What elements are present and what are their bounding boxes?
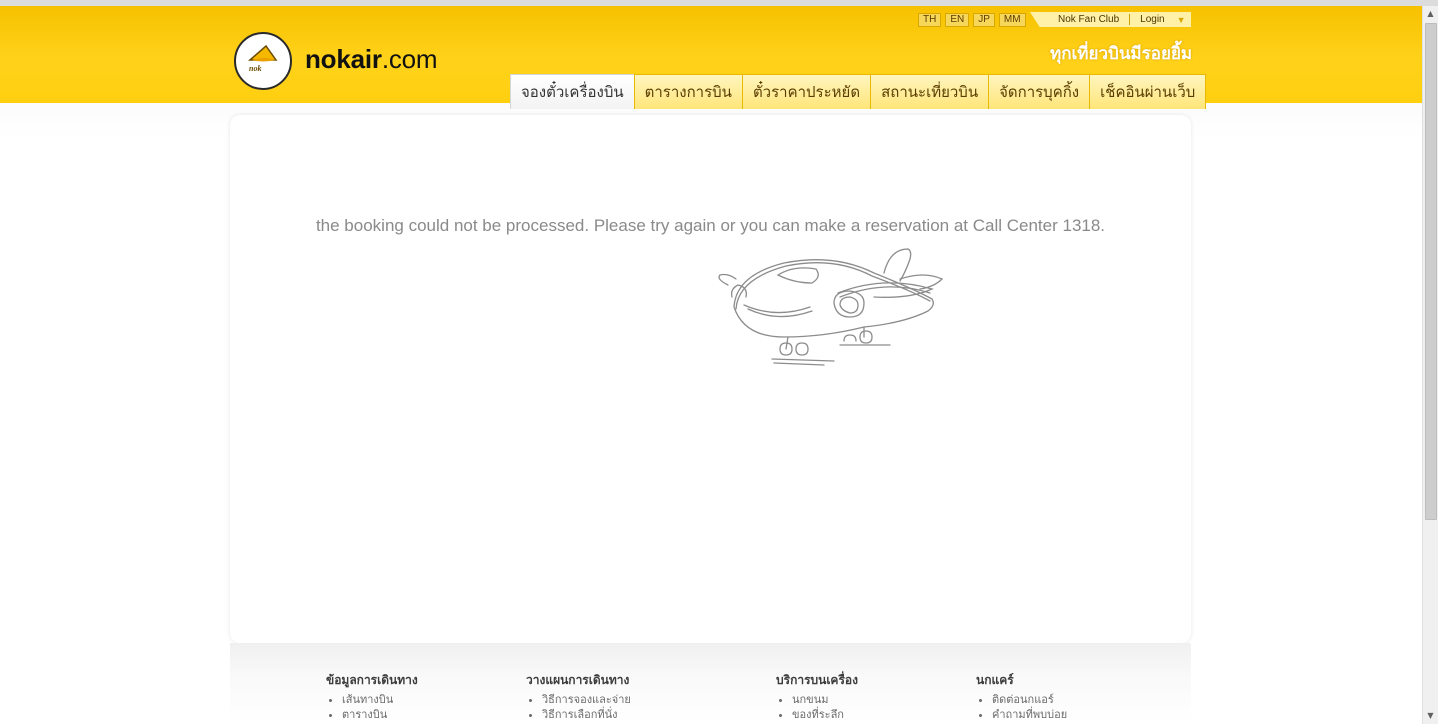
footer-link[interactable]: นกขนม — [792, 692, 858, 707]
scroll-down-arrow-icon[interactable]: ▼ — [1423, 708, 1438, 724]
footer-link[interactable]: ติดต่อนกแอร์ — [992, 692, 1067, 707]
scroll-up-arrow-icon[interactable]: ▲ — [1423, 6, 1438, 22]
tab-flight-status[interactable]: สถานะเที่ยวบิน — [870, 74, 990, 109]
site-slogan: ทุกเที่ยวบินมีรอยยิ้ม — [1050, 44, 1193, 64]
footer-link[interactable]: วิธีการจองและจ่าย — [542, 692, 631, 707]
footer-column-title: วางแผนการเดินทาง — [526, 673, 630, 687]
lang-jp-button[interactable]: JP — [973, 13, 995, 27]
footer-link[interactable]: เส้นทางบิน — [342, 692, 418, 707]
footer-column-inflight: บริการบนเครื่อง นกขนม ของที่ระลึก — [776, 671, 858, 722]
footer-link[interactable]: ของที่ระลึก — [792, 707, 858, 722]
footer-column-nok-care: นกแคร์ ติดต่อนกแอร์ คำถามที่พบบ่อย — [976, 671, 1067, 722]
chevron-down-icon[interactable]: ▼ — [1177, 15, 1186, 25]
logo-badge: nok — [249, 64, 262, 73]
lang-mm-button[interactable]: MM — [998, 13, 1026, 27]
airplane-sketch-icon — [718, 248, 944, 366]
footer-column-title: นกแคร์ — [976, 673, 1014, 687]
tab-low-fares[interactable]: ตั๋วราคาประหยัด — [741, 74, 872, 109]
footer-link[interactable]: วิธีการเลือกที่นั่ง — [542, 707, 631, 722]
footer-column-title: ข้อมูลการเดินทาง — [326, 673, 418, 687]
tab-manage-booking[interactable]: จัดการบุคกิ้ง — [988, 74, 1091, 109]
footer-column-plan-trip: วางแผนการเดินทาง วิธีการจองและจ่าย วิธีก… — [526, 671, 631, 722]
nok-logo[interactable]: nok — [234, 32, 292, 90]
bird-icon — [248, 44, 278, 62]
language-switcher: TH EN JP MM — [918, 13, 1026, 27]
vertical-scrollbar[interactable]: ▲ ▼ — [1422, 6, 1438, 724]
account-bar: Nok Fan Club Login ▼ — [1030, 12, 1191, 27]
fan-club-link[interactable]: Nok Fan Club — [1030, 14, 1131, 25]
footer-link[interactable]: คำถามที่พบบ่อย — [992, 707, 1067, 722]
content-panel: the booking could not be processed. Plea… — [230, 115, 1191, 643]
login-link[interactable]: Login — [1130, 14, 1164, 25]
site-header: nok nokair.com TH EN JP MM Nok Fan Club … — [0, 6, 1422, 109]
lang-en-button[interactable]: EN — [945, 13, 970, 27]
page: nok nokair.com TH EN JP MM Nok Fan Club … — [0, 0, 1438, 724]
footer-column-title: บริการบนเครื่อง — [776, 673, 858, 687]
scroll-thumb[interactable] — [1425, 23, 1437, 520]
tab-web-checkin[interactable]: เช็คอินผ่านเว็บ — [1089, 74, 1207, 109]
footer-link[interactable]: ตารางบิน — [342, 707, 418, 722]
lang-th-button[interactable]: TH — [918, 13, 942, 27]
site-footer: ข้อมูลการเดินทาง เส้นทางบิน ตารางบิน วาง… — [230, 643, 1191, 724]
tab-flight-schedule[interactable]: ตารางการบิน — [633, 74, 743, 109]
logo-domain: .com — [381, 44, 438, 74]
site-logo-text[interactable]: nokair.com — [305, 44, 438, 75]
footer-column-travel-info: ข้อมูลการเดินทาง เส้นทางบิน ตารางบิน — [326, 671, 418, 722]
error-message: the booking could not be processed. Plea… — [315, 216, 1106, 235]
main-nav: จองตั๋วเครื่องบิน ตารางการบิน ตั๋วราคาปร… — [510, 74, 1207, 109]
logo-name: nokair — [305, 44, 382, 74]
tab-book-flight[interactable]: จองตั๋วเครื่องบิน — [510, 74, 635, 109]
